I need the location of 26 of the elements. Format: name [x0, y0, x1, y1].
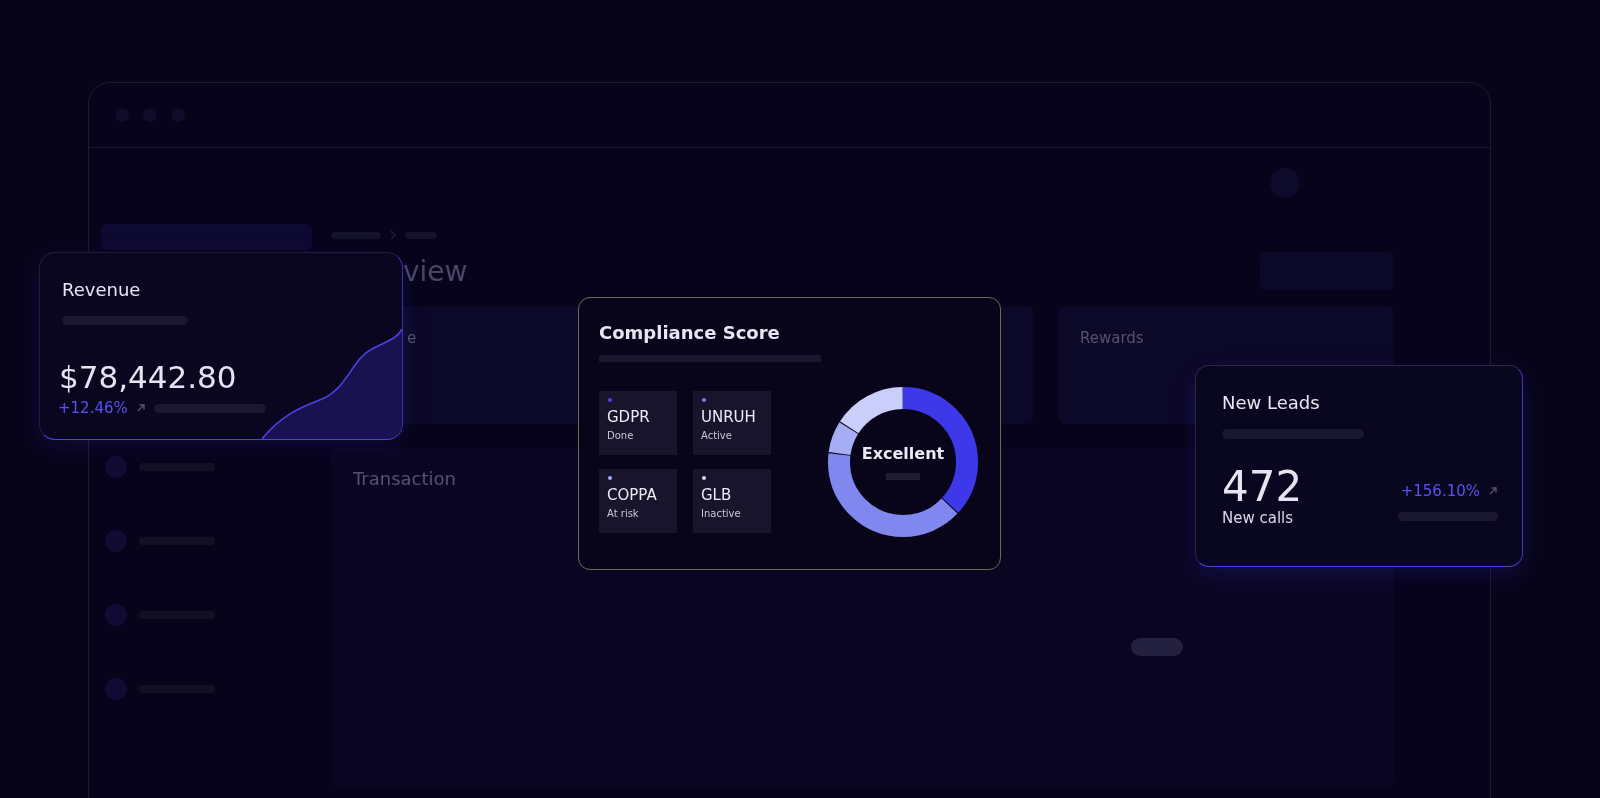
arrow-icon [135, 403, 146, 413]
card-title: e [406, 329, 417, 347]
card-title: New Leads [1222, 392, 1321, 413]
page-title: view [402, 254, 468, 288]
status-tile[interactable]: GLB Inactive [693, 469, 771, 533]
status-tile[interactable]: UNRUH Active [693, 391, 771, 455]
leads-caption: New calls [1222, 509, 1295, 527]
arrow-icon [1488, 486, 1498, 496]
placeholder-bar [1131, 638, 1183, 656]
card-title: Rewards [1080, 329, 1144, 347]
leads-count: 472 [1222, 465, 1303, 509]
card-title: Transaction [353, 468, 456, 489]
card-title: Compliance Score [599, 322, 781, 343]
chevron-icon [389, 230, 397, 240]
change-percent: +12.46% [58, 399, 128, 417]
avatar-icon [105, 456, 127, 478]
card-title: Revenue [62, 279, 142, 300]
avatar-icon [105, 604, 127, 626]
sidebar-item[interactable] [101, 224, 312, 250]
avatar-icon [105, 678, 127, 700]
avatar-icon [105, 530, 127, 552]
status-tile[interactable]: COPPA At risk [599, 469, 677, 533]
status-tile[interactable]: GDPR Done [599, 391, 677, 455]
score-label: Excellent [861, 444, 945, 463]
revenue-amount: $78,442.80 [59, 359, 238, 395]
change-percent: +156.10% [1400, 482, 1480, 500]
